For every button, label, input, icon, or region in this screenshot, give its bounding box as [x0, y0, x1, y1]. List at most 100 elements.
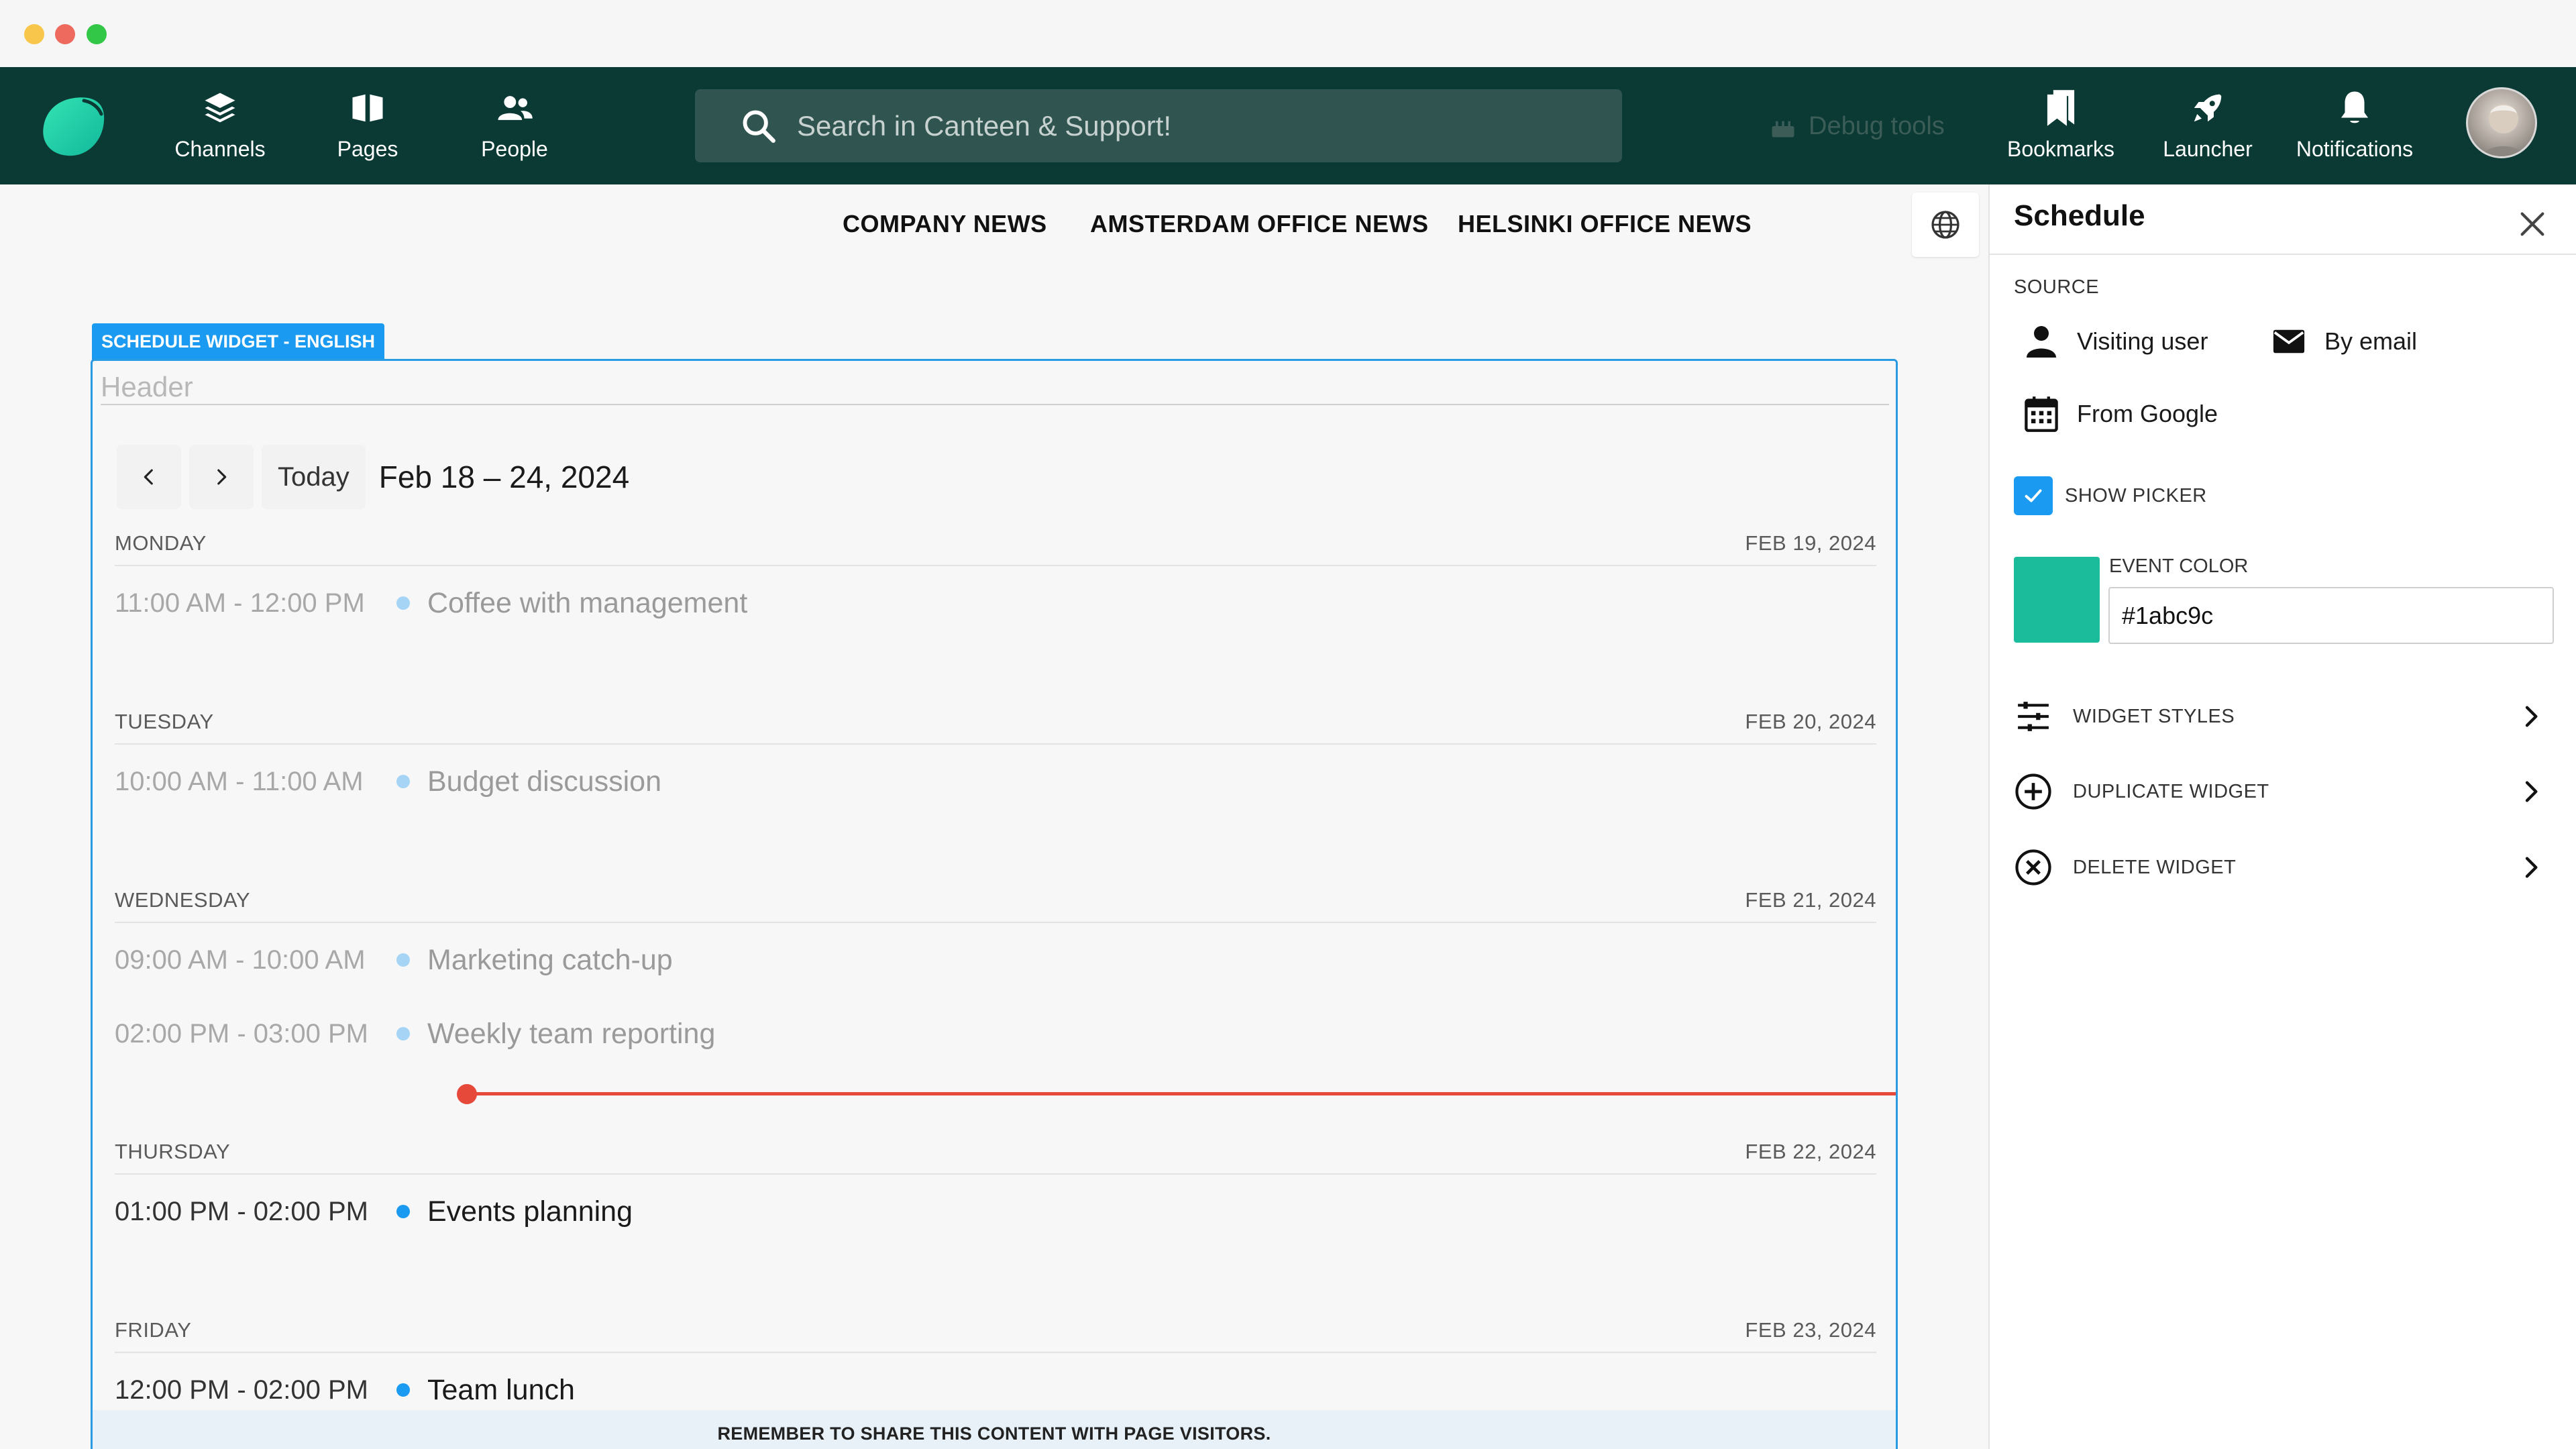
previous-week-button[interactable] [117, 445, 181, 509]
search-bar[interactable] [695, 89, 1622, 162]
current-time-line [468, 1092, 1896, 1095]
next-week-button[interactable] [189, 445, 254, 509]
source-by-email[interactable]: By email [2269, 322, 2417, 361]
chevron-right-icon [2525, 781, 2538, 802]
duplicate-widget-label: DUPLICATE WIDGET [2073, 780, 2269, 802]
bell-icon [2338, 87, 2371, 129]
day-header: MONDAY FEB 19, 2024 [115, 522, 1876, 566]
calendar-icon [2022, 394, 2061, 433]
event-item[interactable]: 09:00 AM - 10:00 AM Marketing catch-up [115, 923, 1876, 997]
tab-amsterdam-office-news[interactable]: AMSTERDAM OFFICE NEWS [1090, 210, 1428, 238]
nav-notifications-label: Notifications [2296, 137, 2414, 161]
today-button[interactable]: Today [262, 445, 366, 509]
nav-channels[interactable]: Channels [153, 87, 287, 168]
widget-styles-button[interactable]: WIDGET STYLES [2014, 693, 2544, 740]
day-date: FEB 19, 2024 [1745, 531, 1876, 555]
event-dot-icon [396, 953, 410, 967]
day-date: FEB 21, 2024 [1745, 888, 1876, 912]
debug-tools-label: Debug tools [1809, 111, 1945, 140]
minimize-window-button[interactable] [24, 24, 44, 44]
plus-circle-icon [2014, 772, 2053, 811]
event-time: 02:00 PM - 03:00 PM [115, 1018, 368, 1049]
bookmark-icon [2044, 87, 2078, 129]
schedule-widget[interactable]: Header Today Feb 18 – 24, 2024 MONDAY FE… [91, 359, 1898, 1449]
event-title: Team lunch [427, 1373, 575, 1406]
day-monday: MONDAY FEB 19, 2024 11:00 AM - 12:00 PM … [115, 522, 1876, 640]
envelope-icon [2269, 322, 2308, 361]
source-by-email-label: By email [2324, 327, 2418, 355]
nav-channels-label: Channels [174, 137, 266, 161]
show-picker-checkbox[interactable] [2014, 476, 2053, 515]
day-date: FEB 20, 2024 [1745, 710, 1876, 733]
nav-people[interactable]: People [447, 87, 582, 168]
user-photo-icon [2481, 104, 2526, 156]
source-from-google[interactable]: From Google [2022, 394, 2218, 433]
event-dot-icon [396, 1205, 410, 1218]
day-name: FRIDAY [115, 1318, 192, 1342]
day-date: FEB 23, 2024 [1745, 1318, 1876, 1342]
layers-icon [202, 87, 238, 129]
nav-people-label: People [481, 137, 548, 161]
tab-helsinki-office-news[interactable]: HELSINKI OFFICE NEWS [1458, 210, 1752, 238]
user-avatar[interactable] [2466, 87, 2537, 158]
nav-pages[interactable]: Pages [301, 87, 435, 168]
week-navigation: Today Feb 18 – 24, 2024 [117, 445, 629, 509]
x-circle-icon [2014, 848, 2053, 887]
event-item[interactable]: 01:00 PM - 02:00 PM Events planning [115, 1175, 1876, 1248]
chevron-left-icon [144, 469, 153, 485]
event-time: 01:00 PM - 02:00 PM [115, 1196, 368, 1226]
event-time: 12:00 PM - 02:00 PM [115, 1375, 368, 1405]
tab-company-news[interactable]: COMPANY NEWS [843, 210, 1047, 238]
event-dot-icon [396, 596, 410, 610]
close-icon[interactable] [2517, 209, 2548, 239]
widget-tag[interactable]: SCHEDULE WIDGET - ENGLISH [92, 323, 385, 360]
chevron-right-icon [2525, 706, 2538, 727]
close-window-button[interactable] [55, 24, 75, 44]
day-thursday: THURSDAY FEB 22, 2024 01:00 PM - 02:00 P… [115, 1130, 1876, 1248]
day-date: FEB 22, 2024 [1745, 1140, 1876, 1163]
language-button[interactable] [1912, 193, 1979, 257]
day-name: THURSDAY [115, 1140, 231, 1163]
cake-icon [1772, 121, 1794, 138]
chevron-right-icon [217, 469, 227, 485]
top-navigation-bar: Channels Pages People Debug tools Bookma… [0, 67, 2576, 184]
app-logo-icon[interactable] [39, 94, 107, 158]
nav-notifications[interactable]: Notifications [2288, 87, 2422, 168]
panel-title: Schedule [2014, 199, 2145, 232]
checkmark-icon [2025, 489, 2042, 502]
event-color-label: EVENT COLOR [2109, 555, 2249, 577]
search-icon [743, 110, 775, 143]
rocket-icon [2190, 87, 2226, 129]
event-item[interactable]: 10:00 AM - 11:00 AM Budget discussion [115, 745, 1876, 818]
event-color-input[interactable]: #1abc9c [2108, 587, 2554, 644]
nav-bookmarks[interactable]: Bookmarks [1994, 87, 2128, 168]
event-item[interactable]: 02:00 PM - 03:00 PM Weekly team reportin… [115, 997, 1876, 1071]
event-title: Events planning [427, 1195, 633, 1228]
day-header: FRIDAY FEB 23, 2024 [115, 1309, 1876, 1353]
widget-styles-label: WIDGET STYLES [2073, 705, 2235, 727]
event-title: Weekly team reporting [427, 1017, 716, 1050]
nav-bookmarks-label: Bookmarks [2006, 137, 2115, 161]
panel-header: Schedule [1990, 184, 2576, 255]
day-header: WEDNESDAY FEB 21, 2024 [115, 879, 1876, 923]
search-input[interactable] [797, 109, 1535, 142]
event-dot-icon [396, 1027, 410, 1040]
source-label: SOURCE [2014, 276, 2100, 298]
widget-header-field[interactable]: Header [101, 370, 1889, 405]
delete-widget-label: DELETE WIDGET [2073, 856, 2237, 878]
debug-tools-button[interactable]: Debug tools [1768, 107, 1945, 145]
event-color-swatch[interactable] [2014, 557, 2100, 643]
duplicate-widget-button[interactable]: DUPLICATE WIDGET [2014, 768, 2544, 815]
source-visiting-user[interactable]: Visiting user [2022, 322, 2208, 361]
people-icon [495, 87, 534, 129]
delete-widget-button[interactable]: DELETE WIDGET [2014, 844, 2544, 891]
event-title: Coffee with management [427, 586, 748, 619]
nav-pages-label: Pages [337, 137, 398, 161]
show-picker-label: SHOW PICKER [2065, 485, 2207, 506]
event-item[interactable]: 11:00 AM - 12:00 PM Coffee with manageme… [115, 566, 1876, 640]
globe-icon [1931, 211, 1960, 239]
event-time: 09:00 AM - 10:00 AM [115, 945, 366, 975]
day-tuesday: TUESDAY FEB 20, 2024 10:00 AM - 11:00 AM… [115, 700, 1876, 818]
maximize-window-button[interactable] [87, 24, 107, 44]
nav-launcher[interactable]: Launcher [2141, 87, 2275, 168]
